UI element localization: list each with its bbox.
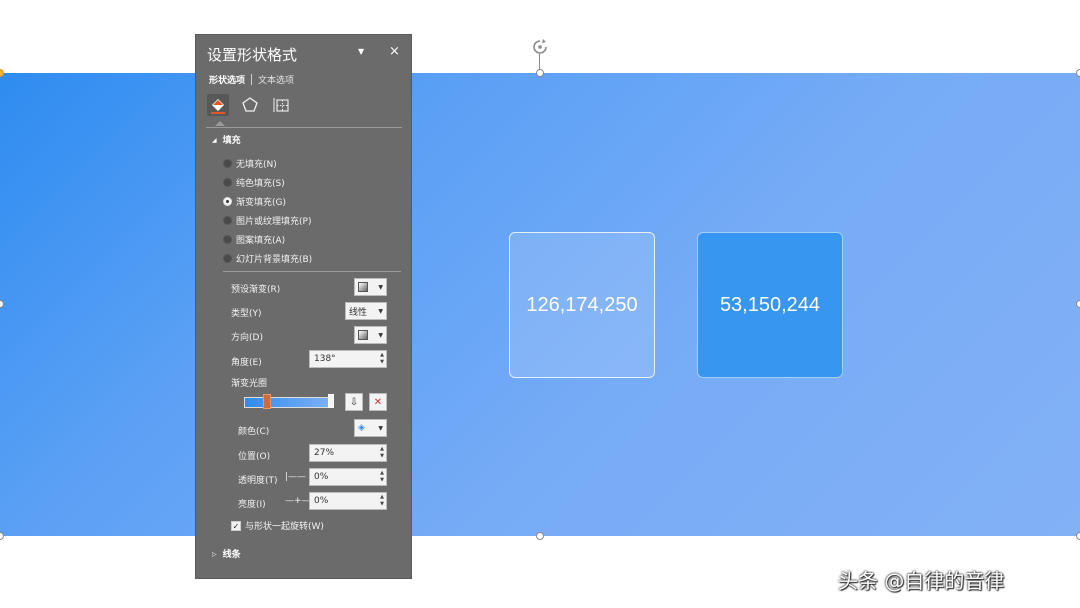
add-stop-icon: ⇩ bbox=[349, 396, 359, 408]
remove-stop-icon: ✕ bbox=[373, 396, 383, 408]
rotate-with-shape-label: 与形状一起旋转(W) bbox=[245, 522, 324, 532]
spinner-arrows-icon[interactable]: ▲ ▼ bbox=[380, 446, 384, 460]
brightness-label: 亮度(I) bbox=[238, 500, 266, 510]
gradient-direction-icon bbox=[358, 330, 368, 340]
radio-pattern-fill[interactable]: 图案填充(A) bbox=[223, 233, 285, 246]
stat-card-2-value: 53,150,244 bbox=[719, 293, 821, 316]
radio-label: 纯色填充(S) bbox=[236, 179, 285, 189]
radio-gradient-fill[interactable]: 渐变填充(G) bbox=[223, 195, 286, 208]
category-icon-row bbox=[207, 94, 293, 116]
spinner-arrows-icon[interactable]: ▲ ▼ bbox=[380, 352, 384, 366]
fill-section-header[interactable]: ◢ 填充 bbox=[212, 133, 241, 146]
gradient-stop-handle-selected[interactable] bbox=[263, 394, 271, 409]
radio-label: 渐变填充(G) bbox=[236, 198, 286, 208]
selection-handle-bottom-left[interactable] bbox=[0, 532, 4, 540]
position-value: 27% bbox=[314, 448, 335, 458]
radio-solid-fill[interactable]: 纯色填充(S) bbox=[223, 176, 285, 189]
position-spinner[interactable]: 27% ▲ ▼ bbox=[309, 444, 387, 462]
panel-divider bbox=[206, 127, 402, 128]
add-gradient-stop-button[interactable]: ⇩ bbox=[345, 393, 363, 411]
radio-button-checked[interactable] bbox=[223, 197, 232, 206]
transparency-label: 透明度(T) bbox=[238, 476, 278, 486]
fill-section-label: 填充 bbox=[222, 136, 241, 146]
gradient-stop-handle[interactable] bbox=[328, 394, 334, 408]
chevron-down-icon: ▼ bbox=[378, 283, 383, 291]
spinner-arrows-icon[interactable]: ▲ ▼ bbox=[380, 470, 384, 484]
format-shape-panel: 设置形状格式 ▼ × 形状选项 文本选项 ◢ 填充 无填充(N) 纯色填充(S) … bbox=[195, 34, 412, 579]
chevron-down-icon: ▼ bbox=[378, 307, 383, 315]
type-dropdown[interactable]: 线性 ▼ bbox=[345, 302, 387, 320]
selection-handle-bottom-right[interactable] bbox=[1076, 532, 1080, 540]
preset-gradient-dropdown[interactable]: ▼ bbox=[354, 278, 387, 296]
stat-card-1[interactable]: 126,174,250 bbox=[509, 232, 655, 378]
remove-gradient-stop-button[interactable]: ✕ bbox=[369, 393, 387, 411]
selection-handle-top-center[interactable] bbox=[536, 69, 544, 77]
line-section-header[interactable]: ▷ 线条 bbox=[212, 547, 241, 560]
position-label: 位置(O) bbox=[238, 452, 271, 462]
rotate-with-shape-option[interactable]: ✓ 与形状一起旋转(W) bbox=[231, 519, 324, 532]
gradient-swatch-icon bbox=[358, 282, 368, 292]
brightness-spinner[interactable]: 0% ▲ ▼ bbox=[309, 492, 387, 510]
size-properties-icon[interactable] bbox=[271, 94, 293, 116]
radio-button[interactable] bbox=[223, 159, 232, 168]
radio-button[interactable] bbox=[223, 216, 232, 225]
stat-card-1-value: 126,174,250 bbox=[526, 293, 638, 316]
spinner-arrows-icon[interactable]: ▲ ▼ bbox=[380, 494, 384, 508]
angle-label: 角度(E) bbox=[231, 358, 262, 368]
expand-triangle-icon: ▷ bbox=[212, 551, 217, 558]
brightness-value: 0% bbox=[314, 496, 329, 506]
angle-spinner[interactable]: 138° ▲ ▼ bbox=[309, 350, 387, 368]
direction-dropdown[interactable]: ▼ bbox=[354, 326, 387, 344]
radio-label: 图片或纹理填充(P) bbox=[236, 217, 312, 227]
panel-tabs: 形状选项 文本选项 bbox=[209, 73, 294, 86]
selection-handle-bottom-center[interactable] bbox=[536, 532, 544, 540]
active-category-pointer bbox=[215, 121, 225, 126]
chevron-down-icon: ▼ bbox=[378, 331, 383, 339]
type-value: 线性 bbox=[349, 307, 368, 318]
fill-line-icon[interactable] bbox=[207, 94, 229, 116]
paint-bucket-icon: ◈ bbox=[358, 423, 365, 433]
color-dropdown[interactable]: ◈ ▼ bbox=[354, 419, 387, 437]
radio-label: 图案填充(A) bbox=[236, 236, 286, 246]
angle-value: 138° bbox=[314, 354, 336, 364]
watermark-text: 头条 @自律的音律 bbox=[838, 569, 1005, 593]
direction-label: 方向(D) bbox=[231, 333, 263, 343]
collapse-triangle-icon: ◢ bbox=[212, 137, 217, 144]
dropdown-arrow-icon[interactable]: ▼ bbox=[358, 47, 364, 56]
selection-handle-middle-right[interactable] bbox=[1076, 300, 1080, 308]
tab-shape-options[interactable]: 形状选项 bbox=[209, 73, 245, 86]
radio-button[interactable] bbox=[223, 254, 232, 263]
color-label: 颜色(C) bbox=[238, 427, 270, 437]
radio-picture-fill[interactable]: 图片或纹理填充(P) bbox=[223, 214, 311, 227]
gradient-stops-label: 渐变光圈 bbox=[231, 379, 268, 389]
line-section-label: 线条 bbox=[222, 550, 241, 560]
radio-button[interactable] bbox=[223, 235, 232, 244]
rotate-with-shape-checkbox[interactable]: ✓ bbox=[231, 520, 241, 531]
radio-slide-background-fill[interactable]: 幻灯片背景填充(B) bbox=[223, 252, 312, 265]
transparency-spinner[interactable]: 0% ▲ ▼ bbox=[309, 468, 387, 486]
radio-button[interactable] bbox=[223, 178, 232, 187]
stat-card-2[interactable]: 53,150,244 bbox=[697, 232, 843, 378]
transparency-value: 0% bbox=[314, 472, 329, 482]
selection-handle-top-right[interactable] bbox=[1076, 69, 1080, 77]
preset-gradient-label: 预设渐变(R) bbox=[231, 285, 281, 295]
rotate-icon[interactable] bbox=[531, 38, 549, 56]
chevron-down-icon: ▼ bbox=[378, 424, 383, 432]
brightness-slider-icon[interactable]: —+— bbox=[285, 496, 311, 506]
gradient-stops-bar[interactable] bbox=[244, 397, 332, 408]
tab-text-options[interactable]: 文本选项 bbox=[258, 73, 294, 86]
tab-separator bbox=[251, 74, 253, 85]
effects-pentagon-icon[interactable] bbox=[239, 94, 261, 116]
panel-title: 设置形状格式 bbox=[207, 46, 298, 64]
radio-no-fill[interactable]: 无填充(N) bbox=[223, 157, 277, 170]
type-label: 类型(Y) bbox=[231, 309, 262, 319]
radio-label: 无填充(N) bbox=[236, 160, 277, 170]
radio-label: 幻灯片背景填充(B) bbox=[236, 255, 313, 265]
transparency-slider-icon[interactable]: |—— bbox=[285, 472, 306, 482]
panel-divider bbox=[223, 271, 401, 272]
close-icon[interactable]: × bbox=[389, 44, 400, 59]
